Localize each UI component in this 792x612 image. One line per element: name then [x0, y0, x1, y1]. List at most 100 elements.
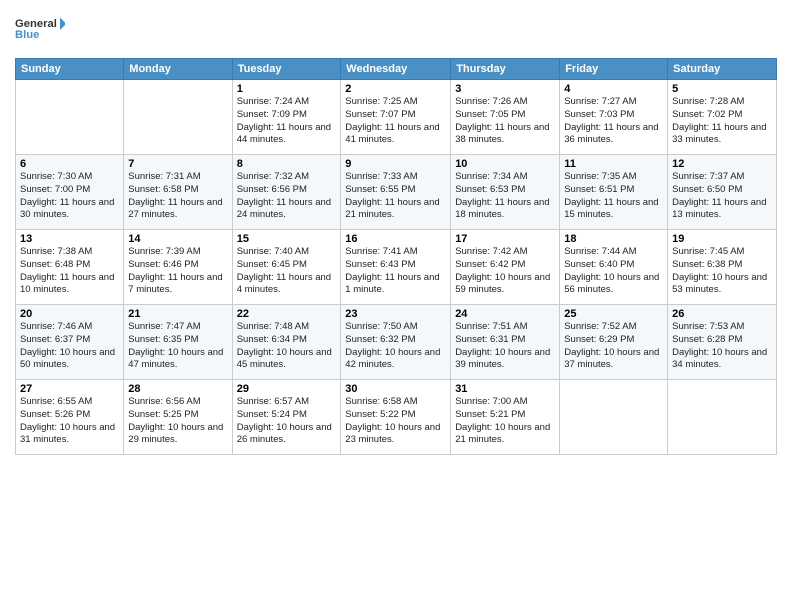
- day-number: 16: [345, 233, 446, 245]
- calendar-day-20: 20Sunrise: 7:46 AM Sunset: 6:37 PM Dayli…: [16, 305, 124, 380]
- day-number: 30: [345, 383, 446, 395]
- calendar-day-25: 25Sunrise: 7:52 AM Sunset: 6:29 PM Dayli…: [560, 305, 668, 380]
- day-number: 6: [20, 158, 119, 170]
- day-number: 4: [564, 83, 663, 95]
- calendar-week-row: 13Sunrise: 7:38 AM Sunset: 6:48 PM Dayli…: [16, 230, 777, 305]
- calendar-day-2: 2Sunrise: 7:25 AM Sunset: 7:07 PM Daylig…: [341, 80, 451, 155]
- day-number: 26: [672, 308, 772, 320]
- weekday-header-tuesday: Tuesday: [232, 59, 341, 80]
- day-info: Sunrise: 7:52 AM Sunset: 6:29 PM Dayligh…: [564, 321, 663, 372]
- calendar-day-31: 31Sunrise: 7:00 AM Sunset: 5:21 PM Dayli…: [451, 380, 560, 455]
- day-number: 15: [237, 233, 337, 245]
- day-info: Sunrise: 7:30 AM Sunset: 7:00 PM Dayligh…: [20, 171, 119, 222]
- day-number: 21: [128, 308, 227, 320]
- day-info: Sunrise: 7:50 AM Sunset: 6:32 PM Dayligh…: [345, 321, 446, 372]
- calendar-week-row: 6Sunrise: 7:30 AM Sunset: 7:00 PM Daylig…: [16, 155, 777, 230]
- day-info: Sunrise: 7:26 AM Sunset: 7:05 PM Dayligh…: [455, 96, 555, 147]
- logo: General Blue: [15, 10, 65, 50]
- day-number: 12: [672, 158, 772, 170]
- calendar-day-4: 4Sunrise: 7:27 AM Sunset: 7:03 PM Daylig…: [560, 80, 668, 155]
- day-info: Sunrise: 7:28 AM Sunset: 7:02 PM Dayligh…: [672, 96, 772, 147]
- calendar-day-17: 17Sunrise: 7:42 AM Sunset: 6:42 PM Dayli…: [451, 230, 560, 305]
- calendar-day-1: 1Sunrise: 7:24 AM Sunset: 7:09 PM Daylig…: [232, 80, 341, 155]
- day-info: Sunrise: 6:55 AM Sunset: 5:26 PM Dayligh…: [20, 396, 119, 447]
- calendar-day-29: 29Sunrise: 6:57 AM Sunset: 5:24 PM Dayli…: [232, 380, 341, 455]
- calendar-day-8: 8Sunrise: 7:32 AM Sunset: 6:56 PM Daylig…: [232, 155, 341, 230]
- day-info: Sunrise: 7:24 AM Sunset: 7:09 PM Dayligh…: [237, 96, 337, 147]
- weekday-header-sunday: Sunday: [16, 59, 124, 80]
- calendar-day-15: 15Sunrise: 7:40 AM Sunset: 6:45 PM Dayli…: [232, 230, 341, 305]
- calendar-day-5: 5Sunrise: 7:28 AM Sunset: 7:02 PM Daylig…: [668, 80, 777, 155]
- day-info: Sunrise: 7:35 AM Sunset: 6:51 PM Dayligh…: [564, 171, 663, 222]
- day-info: Sunrise: 7:31 AM Sunset: 6:58 PM Dayligh…: [128, 171, 227, 222]
- calendar-table: SundayMondayTuesdayWednesdayThursdayFrid…: [15, 58, 777, 455]
- day-number: 19: [672, 233, 772, 245]
- day-number: 2: [345, 83, 446, 95]
- day-number: 13: [20, 233, 119, 245]
- day-info: Sunrise: 6:57 AM Sunset: 5:24 PM Dayligh…: [237, 396, 337, 447]
- calendar-empty-cell: [124, 80, 232, 155]
- day-number: 3: [455, 83, 555, 95]
- day-info: Sunrise: 7:51 AM Sunset: 6:31 PM Dayligh…: [455, 321, 555, 372]
- calendar-day-27: 27Sunrise: 6:55 AM Sunset: 5:26 PM Dayli…: [16, 380, 124, 455]
- day-info: Sunrise: 7:39 AM Sunset: 6:46 PM Dayligh…: [128, 246, 227, 297]
- day-info: Sunrise: 7:37 AM Sunset: 6:50 PM Dayligh…: [672, 171, 772, 222]
- day-info: Sunrise: 6:56 AM Sunset: 5:25 PM Dayligh…: [128, 396, 227, 447]
- calendar-empty-cell: [668, 380, 777, 455]
- weekday-header-thursday: Thursday: [451, 59, 560, 80]
- day-info: Sunrise: 7:40 AM Sunset: 6:45 PM Dayligh…: [237, 246, 337, 297]
- day-number: 22: [237, 308, 337, 320]
- day-info: Sunrise: 7:38 AM Sunset: 6:48 PM Dayligh…: [20, 246, 119, 297]
- day-number: 10: [455, 158, 555, 170]
- calendar-empty-cell: [560, 380, 668, 455]
- day-info: Sunrise: 7:33 AM Sunset: 6:55 PM Dayligh…: [345, 171, 446, 222]
- day-info: Sunrise: 7:27 AM Sunset: 7:03 PM Dayligh…: [564, 96, 663, 147]
- calendar-day-21: 21Sunrise: 7:47 AM Sunset: 6:35 PM Dayli…: [124, 305, 232, 380]
- day-number: 29: [237, 383, 337, 395]
- weekday-header-saturday: Saturday: [668, 59, 777, 80]
- day-number: 18: [564, 233, 663, 245]
- day-number: 27: [20, 383, 119, 395]
- calendar-day-6: 6Sunrise: 7:30 AM Sunset: 7:00 PM Daylig…: [16, 155, 124, 230]
- day-number: 25: [564, 308, 663, 320]
- day-info: Sunrise: 7:34 AM Sunset: 6:53 PM Dayligh…: [455, 171, 555, 222]
- day-info: Sunrise: 7:47 AM Sunset: 6:35 PM Dayligh…: [128, 321, 227, 372]
- day-info: Sunrise: 7:32 AM Sunset: 6:56 PM Dayligh…: [237, 171, 337, 222]
- calendar-day-16: 16Sunrise: 7:41 AM Sunset: 6:43 PM Dayli…: [341, 230, 451, 305]
- day-number: 31: [455, 383, 555, 395]
- svg-text:Blue: Blue: [15, 29, 39, 41]
- day-number: 9: [345, 158, 446, 170]
- day-info: Sunrise: 7:00 AM Sunset: 5:21 PM Dayligh…: [455, 396, 555, 447]
- day-info: Sunrise: 7:46 AM Sunset: 6:37 PM Dayligh…: [20, 321, 119, 372]
- calendar-day-9: 9Sunrise: 7:33 AM Sunset: 6:55 PM Daylig…: [341, 155, 451, 230]
- svg-text:General: General: [15, 18, 57, 30]
- weekday-header-friday: Friday: [560, 59, 668, 80]
- day-info: Sunrise: 7:44 AM Sunset: 6:40 PM Dayligh…: [564, 246, 663, 297]
- weekday-header-wednesday: Wednesday: [341, 59, 451, 80]
- day-info: Sunrise: 7:53 AM Sunset: 6:28 PM Dayligh…: [672, 321, 772, 372]
- page-header: General Blue: [15, 10, 777, 50]
- day-number: 14: [128, 233, 227, 245]
- calendar-day-13: 13Sunrise: 7:38 AM Sunset: 6:48 PM Dayli…: [16, 230, 124, 305]
- day-number: 17: [455, 233, 555, 245]
- day-number: 7: [128, 158, 227, 170]
- calendar-empty-cell: [16, 80, 124, 155]
- weekday-header-monday: Monday: [124, 59, 232, 80]
- calendar-week-row: 1Sunrise: 7:24 AM Sunset: 7:09 PM Daylig…: [16, 80, 777, 155]
- day-number: 28: [128, 383, 227, 395]
- calendar-header-row: SundayMondayTuesdayWednesdayThursdayFrid…: [16, 59, 777, 80]
- calendar-day-7: 7Sunrise: 7:31 AM Sunset: 6:58 PM Daylig…: [124, 155, 232, 230]
- calendar-day-11: 11Sunrise: 7:35 AM Sunset: 6:51 PM Dayli…: [560, 155, 668, 230]
- day-number: 20: [20, 308, 119, 320]
- day-number: 5: [672, 83, 772, 95]
- day-number: 1: [237, 83, 337, 95]
- calendar-day-3: 3Sunrise: 7:26 AM Sunset: 7:05 PM Daylig…: [451, 80, 560, 155]
- calendar-day-23: 23Sunrise: 7:50 AM Sunset: 6:32 PM Dayli…: [341, 305, 451, 380]
- day-number: 24: [455, 308, 555, 320]
- logo-svg: General Blue: [15, 10, 65, 50]
- calendar-day-18: 18Sunrise: 7:44 AM Sunset: 6:40 PM Dayli…: [560, 230, 668, 305]
- calendar-day-22: 22Sunrise: 7:48 AM Sunset: 6:34 PM Dayli…: [232, 305, 341, 380]
- day-info: Sunrise: 7:42 AM Sunset: 6:42 PM Dayligh…: [455, 246, 555, 297]
- day-info: Sunrise: 7:25 AM Sunset: 7:07 PM Dayligh…: [345, 96, 446, 147]
- calendar-day-24: 24Sunrise: 7:51 AM Sunset: 6:31 PM Dayli…: [451, 305, 560, 380]
